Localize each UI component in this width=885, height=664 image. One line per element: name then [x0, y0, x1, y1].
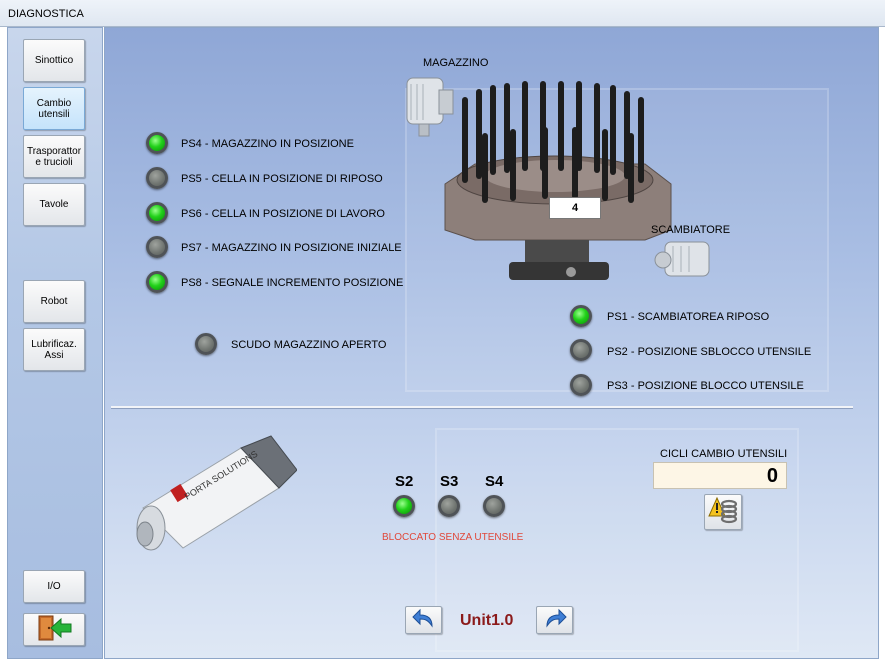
shield-indicator-led [195, 333, 217, 355]
sinottico-button[interactable]: Sinottico [23, 39, 85, 82]
ps5-indicator-led [146, 167, 168, 189]
s3-label: S3 [440, 473, 459, 490]
ps6-label: PS6 - CELLA IN POSIZIONE DI LAVORO [181, 208, 385, 220]
counter-label: CICLI CAMBIO UTENSILI [660, 448, 788, 460]
s4-label: S4 [485, 473, 504, 490]
lubrificazione-assi-button[interactable]: Lubrificaz. Assi [23, 328, 85, 371]
ps1-indicator-led [570, 305, 592, 327]
arrow-back-icon [411, 607, 436, 634]
main-panel: MAGAZZINO 4 SCAMBIATORE PS4 - MAGAZZINO … [104, 27, 879, 659]
ps8-indicator-led [146, 271, 168, 293]
trasportatore-trucioli-button[interactable]: Trasporattor e trucioli [23, 135, 85, 178]
ps3-indicator-led [570, 374, 592, 396]
spring-warning-icon [708, 496, 738, 529]
title-bar: DIAGNOSTICA [0, 0, 885, 27]
exchanger-caption: SCAMBIATORE [651, 224, 731, 236]
ps1-label: PS1 - SCAMBIATOREA RIPOSO [607, 311, 770, 323]
ps5-label: PS5 - CELLA IN POSIZIONE DI RIPOSO [181, 173, 383, 185]
spindle-image: PORTA SOLUTIONS [136, 435, 297, 551]
ps7-label: PS7 - MAGAZZINO IN POSIZIONE INIZIALE [181, 242, 402, 254]
ps4-label: PS4 - MAGAZZINO IN POSIZIONE [181, 138, 354, 150]
shield-label: SCUDO MAGAZZINO APERTO [231, 339, 387, 351]
ps4-indicator-led [146, 132, 168, 154]
unit-label: Unit1.0 [460, 612, 514, 629]
s2-indicator-led [393, 495, 415, 517]
ps7-indicator-led [146, 236, 168, 258]
spindle-status-text: BLOCCATO SENZA UTENSILE [382, 532, 524, 543]
next-unit-button[interactable] [536, 606, 573, 634]
ps2-indicator-led [570, 339, 592, 361]
tool-change-counter: 0 [653, 462, 787, 489]
exchanger-motor-image [654, 241, 710, 277]
magazine-caption: MAGAZZINO [423, 57, 489, 69]
arrow-forward-icon [543, 607, 567, 634]
previous-unit-button[interactable] [405, 606, 442, 634]
cell-number-display: 4 [549, 197, 601, 219]
exit-button[interactable] [23, 613, 85, 646]
ps2-label: PS2 - POSIZIONE SBLOCCO UTENSILE [607, 346, 812, 358]
section-divider [111, 406, 853, 408]
ps8-label: PS8 - SEGNALE INCREMENTO POSIZIONE [181, 277, 404, 289]
s3-indicator-led [438, 495, 460, 517]
reset-counter-button[interactable] [704, 494, 742, 530]
io-button[interactable]: I/O [23, 570, 85, 603]
exit-door-arrow-icon [33, 615, 75, 644]
window-title: DIAGNOSTICA [8, 8, 84, 20]
tavole-button[interactable]: Tavole [23, 183, 85, 226]
sidebar: Sinottico Cambio utensili Trasporattor e… [7, 27, 103, 659]
cambio-utensili-button[interactable]: Cambio utensili [23, 87, 85, 130]
s4-indicator-led [483, 495, 505, 517]
ps6-indicator-led [146, 202, 168, 224]
tool-magazine-image [444, 81, 672, 280]
robot-button[interactable]: Robot [23, 280, 85, 323]
s2-label: S2 [395, 473, 414, 490]
ps3-label: PS3 - POSIZIONE BLOCCO UTENSILE [607, 380, 804, 392]
